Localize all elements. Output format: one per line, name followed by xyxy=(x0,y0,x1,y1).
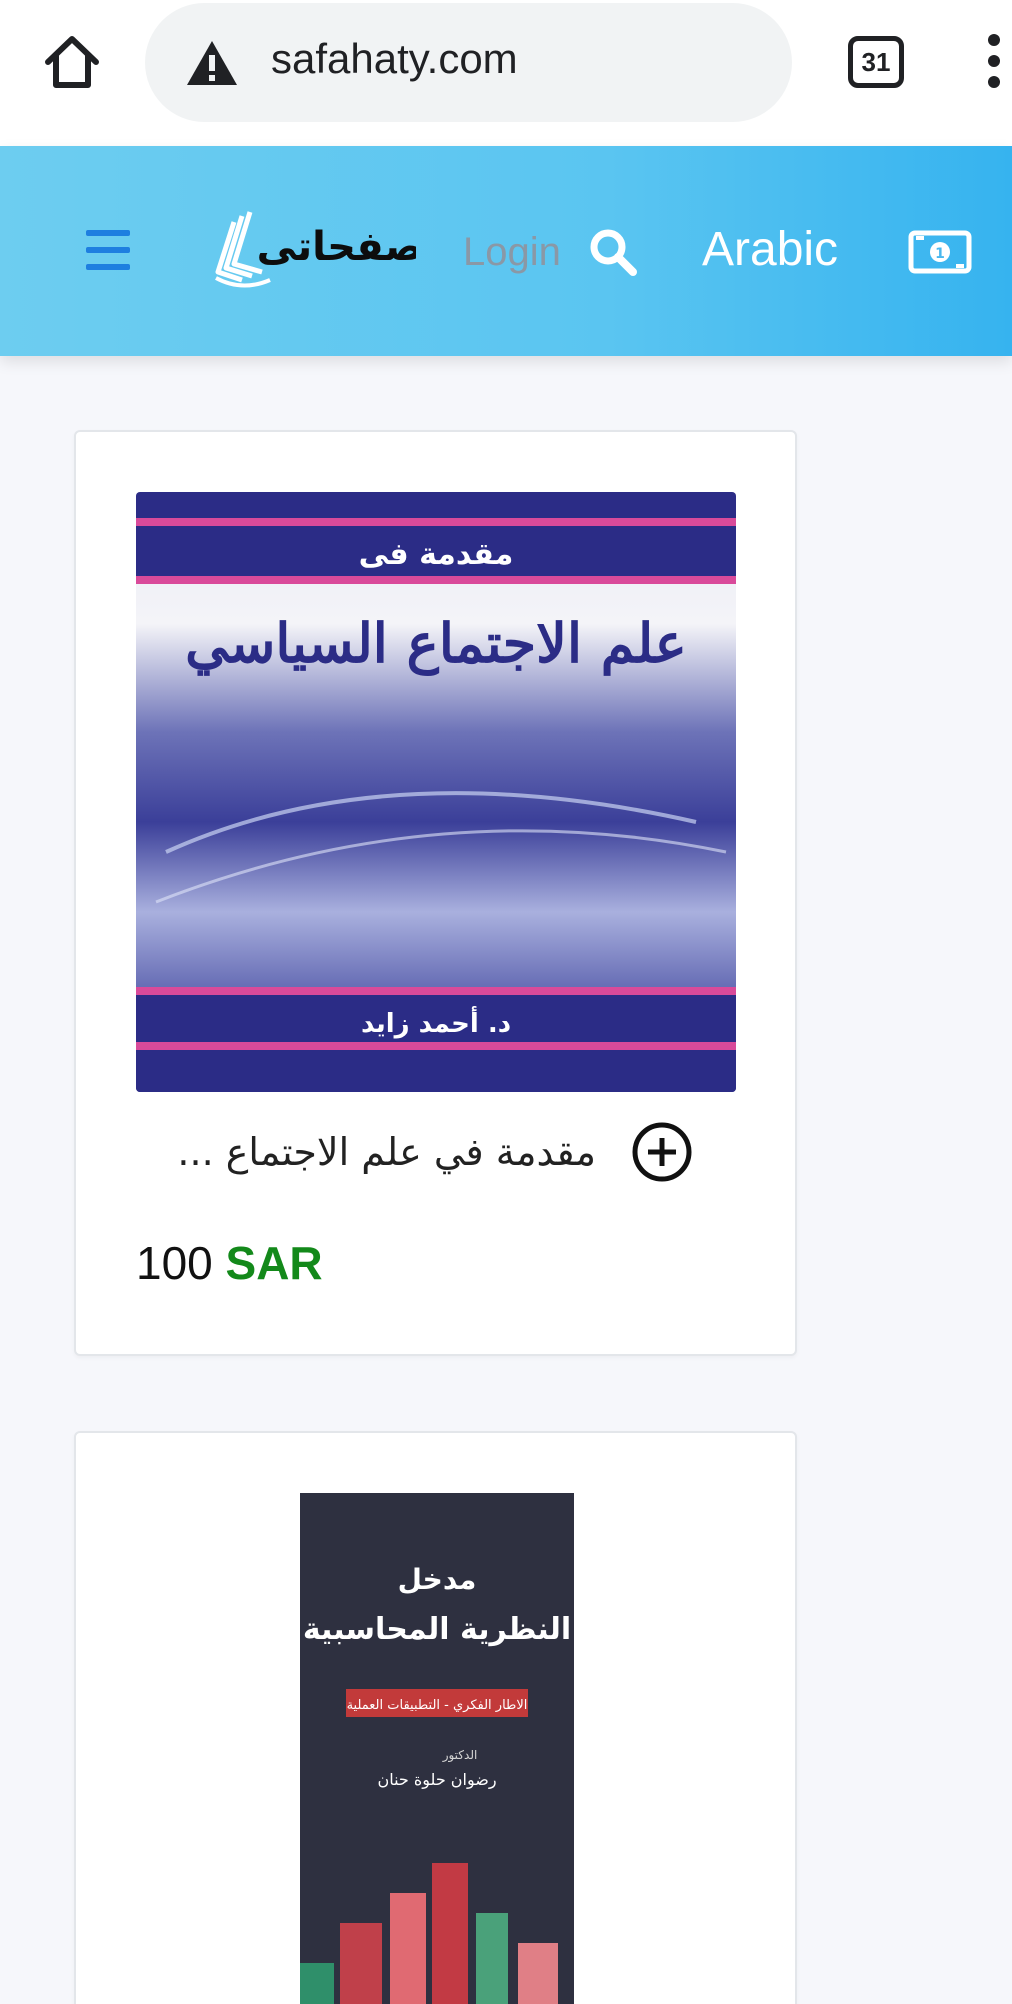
add-circle-icon[interactable] xyxy=(630,1120,694,1184)
home-icon[interactable] xyxy=(40,30,104,94)
book-cover-image[interactable]: مقدمة فى علم الاجتماع السياسي د. أحمد زا… xyxy=(136,492,736,1092)
cover-line1: مدخل xyxy=(398,1563,477,1596)
cover-author-prefix: الدكتور xyxy=(442,1748,478,1763)
cover-main-title: علم الاجتماع السياسي xyxy=(185,611,687,677)
product-card[interactable]: مدخل النظرية المحاسبية الاطار الفكري - ا… xyxy=(74,1431,797,2004)
address-bar[interactable]: safahaty.com xyxy=(145,3,792,122)
login-link[interactable]: Login xyxy=(463,230,561,275)
search-icon[interactable] xyxy=(587,226,639,278)
cover-banner: الاطار الفكري - التطبيقات العملية xyxy=(347,1698,528,1713)
logo-text: صفحاتى xyxy=(257,224,416,270)
product-price: 100 SAR xyxy=(136,1236,323,1290)
price-currency: SAR xyxy=(225,1237,323,1289)
tab-switcher-icon[interactable]: 31 xyxy=(848,36,904,88)
price-amount: 100 xyxy=(136,1237,213,1289)
more-menu-icon[interactable] xyxy=(984,34,1004,94)
warning-icon[interactable] xyxy=(185,39,239,87)
cover-author: رضوان حلوة حنان xyxy=(377,1770,496,1790)
cover-line2: النظرية المحاسبية xyxy=(303,1612,571,1647)
language-switch[interactable]: Arabic xyxy=(702,222,838,277)
cover-top-label: مقدمة فى xyxy=(359,537,514,572)
product-title[interactable]: مقدمة في علم الاجتماع ... xyxy=(136,1130,596,1174)
svg-text:1: 1 xyxy=(935,246,945,262)
book-cover-image[interactable]: مدخل النظرية المحاسبية الاطار الفكري - ا… xyxy=(300,1493,574,2004)
browser-toolbar: safahaty.com 31 xyxy=(0,0,1012,146)
site-logo[interactable]: صفحاتى xyxy=(212,202,416,302)
cover-author: د. أحمد زايد xyxy=(361,1006,511,1039)
hamburger-icon[interactable] xyxy=(86,230,130,270)
product-card[interactable]: مقدمة فى علم الاجتماع السياسي د. أحمد زا… xyxy=(74,430,797,1356)
money-icon[interactable]: 1 xyxy=(908,230,972,274)
site-header: صفحاتى Login Arabic 1 xyxy=(0,146,1012,356)
url-text[interactable]: safahaty.com xyxy=(271,35,518,83)
